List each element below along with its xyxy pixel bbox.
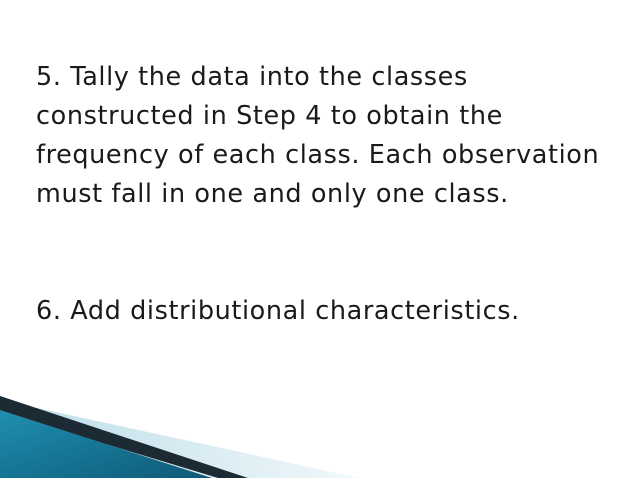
slide: 5. Tally the data into the classes const… bbox=[0, 0, 638, 478]
teal-swoosh-shape bbox=[0, 410, 212, 478]
dark-swoosh-shape bbox=[0, 396, 248, 478]
step-6-text: 6. Add distributional characteristics. bbox=[36, 296, 520, 326]
light-swoosh-shape bbox=[0, 400, 360, 478]
slide-body: 5. Tally the data into the classes const… bbox=[36, 58, 626, 331]
step-5-text: 5. Tally the data into the classes const… bbox=[36, 62, 600, 209]
